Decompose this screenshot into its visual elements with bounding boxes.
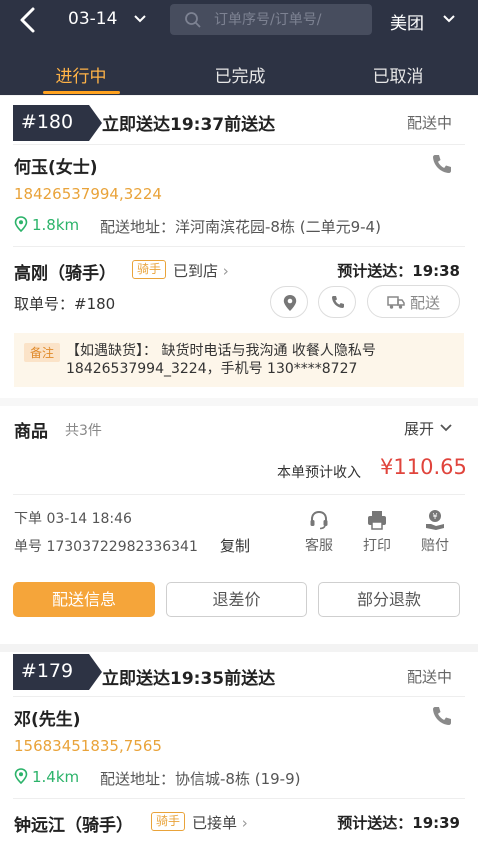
rider-status-text: 已到店 (173, 262, 219, 280)
search-box[interactable] (170, 4, 372, 35)
divider (13, 246, 465, 247)
search-input[interactable] (214, 8, 364, 31)
goods-label: 商品 (14, 422, 48, 442)
delivery-time-title: 立即送达19:37前送达 (102, 115, 276, 135)
distance: 1.4km (14, 768, 79, 786)
order-status: 配送中 (406, 114, 452, 132)
refund-difference-button[interactable]: 退差价 (166, 582, 307, 617)
note-tag: 备注 (24, 343, 61, 362)
location-pin-icon (14, 216, 28, 233)
distance: 1.8km (14, 216, 79, 234)
print-label: 打印 (363, 538, 391, 554)
order-time: 下单 03-14 18:46 (14, 511, 132, 527)
top-bar: 03-14 美团 进行中 已完成 已取消 (0, 0, 478, 95)
expand-goods-button[interactable]: 展开 (404, 418, 453, 439)
compensate-button[interactable]: ¥ 赔付 (415, 509, 455, 555)
chevron-right-icon: › (241, 814, 248, 832)
rider-tag: 骑手 (132, 260, 167, 279)
active-tab-indicator (43, 91, 120, 94)
expand-label: 展开 (404, 420, 435, 438)
order-card[interactable]: #180 立即送达19:37前送达 配送中 何玉(女士) 18426537994… (0, 96, 478, 644)
compensate-label: 赔付 (421, 538, 449, 554)
back-arrow-icon[interactable] (16, 6, 40, 34)
divider (13, 696, 465, 697)
order-seq-badge: #179 (13, 654, 103, 690)
partial-refund-button[interactable]: 部分退款 (318, 582, 460, 617)
svg-text:¥: ¥ (432, 512, 437, 521)
order-seq: #179 (20, 660, 74, 682)
eta: 预计送达：19:38 (337, 262, 460, 280)
customer-service-button[interactable]: 客服 (299, 509, 339, 555)
delivery-address: 配送地址：协信城-8栋 (19-9) (100, 770, 301, 788)
tab-completed[interactable]: 已完成 (180, 62, 300, 87)
divider (13, 144, 465, 145)
chevron-down-icon (440, 424, 452, 432)
location-pin-icon (14, 768, 28, 785)
delivery-info-button[interactable]: 配送信息 (13, 582, 155, 617)
eta: 预计送达：19:39 (337, 814, 460, 832)
estimated-income: ¥110.65 (380, 455, 467, 479)
note-text: 【如遇缺货】： 缺货时电话与我沟通 收餐人隐私号 18426537994_322… (66, 343, 376, 377)
rider-location-button[interactable] (270, 286, 308, 318)
dispatch-button[interactable]: 配送 (367, 285, 460, 318)
chevron-down-icon[interactable] (441, 10, 457, 26)
order-note: 备注 【如遇缺货】： 缺货时电话与我沟通 收餐人隐私号 18426537994_… (14, 333, 464, 387)
date-selector[interactable]: 03-14 (68, 9, 117, 29)
order-seq: #180 (20, 111, 74, 133)
delivery-time-title: 立即送达19:35前送达 (102, 669, 276, 689)
rider-name: 高刚（骑手） (14, 264, 116, 284)
print-button[interactable]: 打印 (357, 509, 397, 555)
income-label: 本单预计收入 (277, 465, 361, 481)
goods-count: 共3件 (65, 423, 102, 439)
customer-name: 邓(先生) (14, 710, 81, 730)
search-icon (185, 12, 201, 28)
section-gap (0, 398, 478, 406)
dispatch-label: 配送 (410, 294, 441, 312)
call-rider-button[interactable] (318, 286, 356, 318)
phone-icon (332, 296, 344, 308)
tab-cancelled[interactable]: 已取消 (338, 62, 458, 87)
location-pin-icon (283, 295, 297, 311)
rider-name: 钟远江（骑手） (14, 816, 133, 836)
printer-icon (368, 511, 386, 530)
order-seq-badge: #180 (13, 105, 103, 141)
rider-status[interactable]: 已接单 › (192, 812, 248, 833)
pickup-number: 取单号：#180 (14, 295, 116, 313)
tab-in-progress[interactable]: 进行中 (21, 62, 141, 87)
compensation-icon: ¥ (426, 510, 444, 530)
order-status: 配送中 (406, 668, 452, 686)
chevron-down-icon[interactable] (132, 10, 148, 26)
phone-icon[interactable] (430, 152, 454, 176)
copy-button[interactable]: 复制 (220, 535, 250, 556)
divider (13, 798, 465, 799)
divider (13, 494, 465, 495)
order-card[interactable]: #179 立即送达19:35前送达 配送中 邓(先生) 15683451835,… (0, 652, 478, 850)
rider-status-text: 已接单 (192, 814, 238, 832)
distance-value: 1.8km (32, 216, 80, 234)
chevron-right-icon: › (222, 262, 229, 280)
delivery-address: 配送地址：洋河南滨花园-8栋 (二单元9-4) (100, 218, 381, 236)
customer-service-label: 客服 (305, 538, 333, 554)
rider-tag: 骑手 (151, 812, 186, 831)
customer-phone[interactable]: 18426537994,3224 (14, 185, 162, 203)
customer-name: 何玉(女士) (14, 158, 98, 178)
distance-value: 1.4km (32, 768, 80, 786)
platform-selector[interactable]: 美团 (390, 9, 424, 34)
phone-icon[interactable] (430, 704, 454, 728)
headset-icon (310, 510, 328, 530)
status-tabs: 进行中 已完成 已取消 (0, 52, 478, 95)
customer-phone[interactable]: 15683451835,7565 (14, 737, 162, 755)
rider-status[interactable]: 已到店 › (173, 260, 229, 281)
truck-icon (387, 296, 405, 309)
order-number: 单号 17303722982336341 (14, 539, 198, 555)
